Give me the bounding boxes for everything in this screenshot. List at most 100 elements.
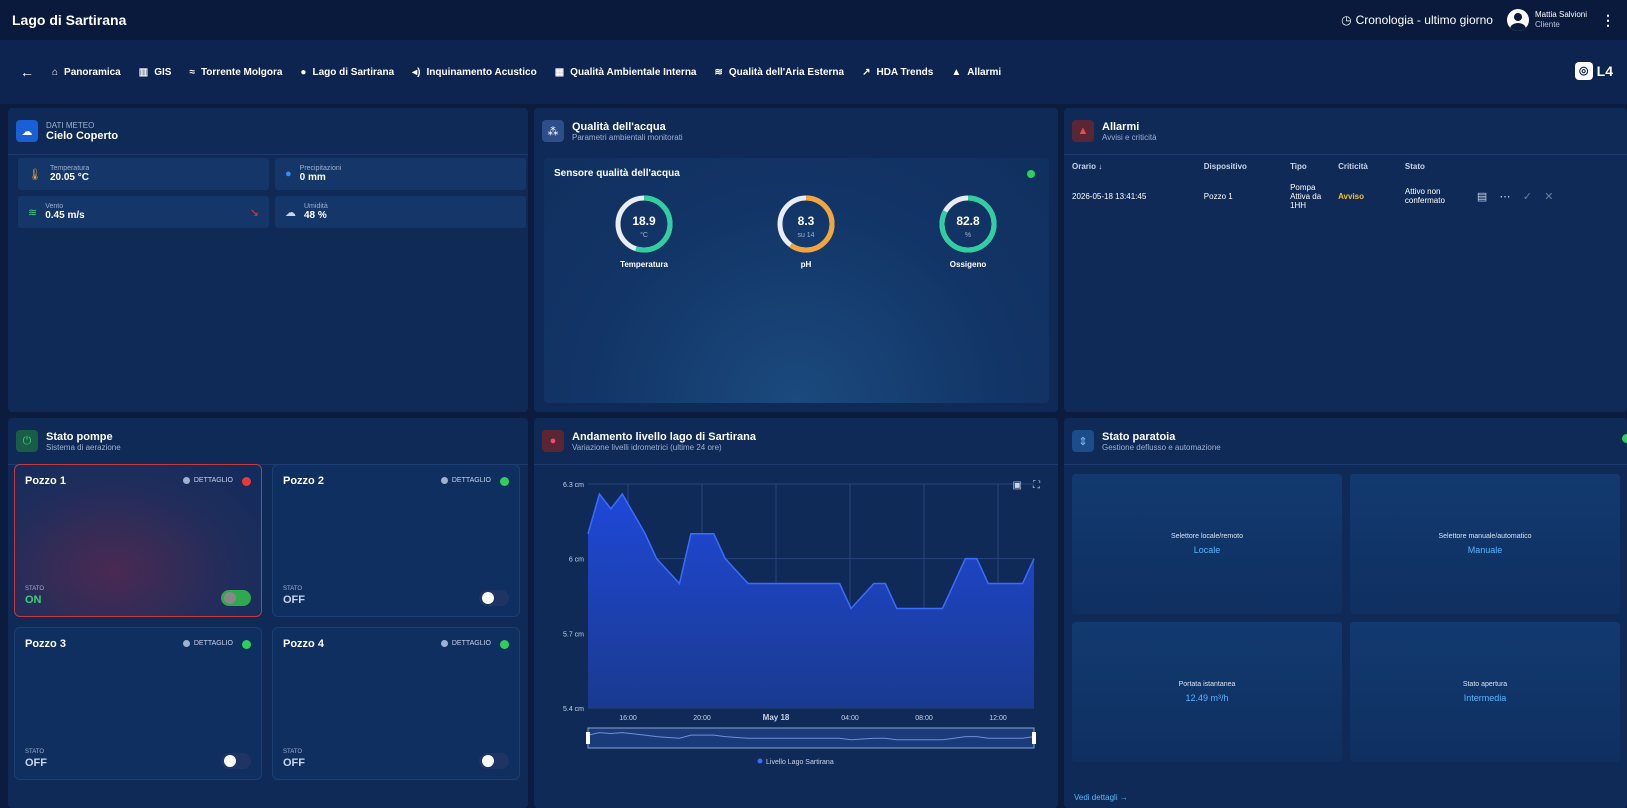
- nav-allarmi[interactable]: ▲ Allarmi: [951, 67, 1001, 78]
- pump-card-2[interactable]: Pozzo 2 DETTAGLIO STATO OFF: [272, 464, 520, 617]
- col-stato[interactable]: Stato: [1397, 156, 1469, 176]
- gate-flow: Portata istantanea 12.49 m³/h: [1072, 622, 1342, 762]
- app-title: Lago di Sartirana: [12, 12, 127, 28]
- molecule-icon: ⁂: [542, 120, 564, 142]
- more-vert-icon[interactable]: ⋮: [1601, 12, 1615, 29]
- detail-label: DETTAGLIO: [451, 640, 491, 647]
- detail-link[interactable]: DETTAGLIO: [182, 477, 233, 484]
- back-arrow-icon[interactable]: ←: [20, 64, 34, 80]
- col-orario[interactable]: Orario ↓: [1064, 156, 1196, 176]
- pump-card-1[interactable]: Pozzo 1 DETTAGLIO STATO ON: [14, 464, 262, 617]
- water-quality-panel: ⁂ Qualità dell'acqua Parametri ambientali…: [534, 108, 1058, 412]
- close-icon[interactable]: ✕: [1544, 191, 1553, 203]
- humidity-card: ☁ Umidità 48 %: [275, 196, 526, 228]
- x-tick-label: 04:00: [841, 715, 859, 722]
- sensor-card: Sensore qualità dell'acqua 18.9 °C Tempe…: [544, 158, 1049, 403]
- cell-label: Selettore manuale/automatico: [1438, 533, 1532, 540]
- pump-card-3[interactable]: Pozzo 3 DETTAGLIO STATO OFF: [14, 627, 262, 780]
- nav-label: Torrente Molgora: [200, 66, 283, 78]
- cloud-icon: ☁: [16, 120, 38, 142]
- check-icon[interactable]: ✓: [1523, 191, 1532, 203]
- history-selector[interactable]: ◷ Cronologia - ultimo giorno: [1341, 13, 1493, 27]
- gauge-ph-unit: su 14: [797, 232, 815, 239]
- cloud-small-icon: ☁: [285, 206, 296, 219]
- lake-level-panel: ● Andamento livello lago di Sartirana Var…: [534, 418, 1058, 808]
- legend-label: Livello Lago Sartirana: [766, 759, 834, 766]
- meteo-title: Cielo Coperto: [46, 129, 119, 142]
- gauge-ph: 8.3 su 14 pH: [766, 192, 846, 269]
- pump-toggle[interactable]: [221, 753, 251, 769]
- warning-icon: ▲: [1072, 120, 1094, 142]
- y-tick-label: 5.7 cm: [563, 631, 584, 638]
- nav-torrente[interactable]: ≈ Torrente Molgora: [189, 67, 282, 78]
- temp-label: Temperatura: [49, 165, 90, 172]
- history-label: Cronologia - ultimo giorno: [1355, 13, 1493, 27]
- nav-label: Qualità dell'Aria Esterna: [728, 66, 845, 78]
- user-menu[interactable]: Mattia Salvioni Cliente: [1506, 9, 1587, 31]
- detail-link[interactable]: DETTAGLIO: [440, 477, 491, 484]
- alarm-device: Pozzo 1: [1203, 191, 1233, 201]
- lake-level-chart[interactable]: 6.3 cm 6 cm 5.7 cm 5.4 cm 16:00 20:00 May 18 04…: [534, 466, 1058, 806]
- gauge-ph-value: 8.3: [797, 214, 815, 228]
- x-tick-label: 16:00: [619, 715, 637, 722]
- cell-value: 12.49 m³/h: [1185, 693, 1229, 703]
- pump-toggle[interactable]: [221, 590, 251, 606]
- sensor-title: Sensore qualità dell'acqua: [554, 168, 680, 179]
- detail-link[interactable]: DETTAGLIO: [182, 640, 233, 647]
- nav-hda[interactable]: ↗ HDA Trends: [862, 67, 933, 78]
- gate-status-dot: [1622, 434, 1627, 443]
- logo: ◎ L4: [1574, 62, 1613, 80]
- more-horiz-icon[interactable]: ⋯: [1500, 191, 1511, 203]
- state-label: STATO: [283, 586, 303, 592]
- cell-label: Stato apertura: [1462, 681, 1508, 688]
- save-icon[interactable]: ▣: [1013, 480, 1022, 491]
- top-bar: Lago di Sartirana ◷ Cronologia - ultimo g…: [0, 0, 1627, 40]
- meteo-header: ☁ DATI METEO Cielo Coperto: [8, 108, 528, 154]
- gauge-temperature-value: 18.9: [632, 214, 656, 228]
- nav-acustico[interactable]: ◂) Inquinamento Acustico: [412, 67, 537, 78]
- state-label: STATO: [283, 749, 303, 755]
- y-tick-label: 5.4 cm: [563, 706, 584, 713]
- state-value: OFF: [283, 594, 305, 606]
- waves-icon: ≈: [189, 66, 195, 78]
- alarms-title: Allarmi: [1102, 120, 1140, 133]
- see-details-link[interactable]: Vedi dettagli →: [1074, 793, 1128, 802]
- col-tipo[interactable]: Tipo: [1282, 156, 1330, 176]
- nav-lago[interactable]: ● Lago di Sartirana: [300, 67, 394, 78]
- clock-icon: ◷: [1341, 13, 1352, 27]
- wind-value: 0.45 m/s: [45, 210, 85, 221]
- pump-status-dot: [242, 640, 251, 649]
- gate-title: Stato paratoia: [1102, 430, 1176, 443]
- state-label: STATO: [25, 586, 45, 592]
- pump-toggle[interactable]: [479, 590, 509, 606]
- gate-panel: ⇕ Stato paratoia Gestione deflusso e auto…: [1064, 418, 1627, 808]
- air-icon: ≋: [714, 66, 723, 78]
- nav-panoramica[interactable]: ⌂ Panoramica: [52, 67, 121, 78]
- detail-link[interactable]: DETTAGLIO: [440, 640, 491, 647]
- meteo-panel: ☁ DATI METEO Cielo Coperto 🌡 Temperatura 20…: [8, 108, 528, 412]
- col-dispositivo[interactable]: Dispositivo: [1196, 156, 1282, 176]
- nav-gis[interactable]: ▥ GIS: [139, 67, 172, 78]
- navigator-handle-right: [1032, 732, 1036, 744]
- gate-header: ⇕ Stato paratoia Gestione deflusso e auto…: [1064, 418, 1627, 464]
- fullscreen-icon[interactable]: ⛶: [1033, 480, 1040, 491]
- nav-label: Allarmi: [967, 66, 1002, 78]
- detail-label: DETTAGLIO: [193, 640, 233, 647]
- nav-interna[interactable]: ▦ Qualità Ambientale Interna: [555, 67, 697, 78]
- col-criticita[interactable]: Criticità: [1330, 156, 1397, 176]
- cell-value: Intermedia: [1463, 693, 1507, 703]
- gate-manual-auto: Selettore manuale/automatico Manuale: [1350, 474, 1620, 614]
- table-header-row: Orario ↓ Dispositivo Tipo Criticità Stat…: [1064, 156, 1604, 176]
- pump-card-4[interactable]: Pozzo 4 DETTAGLIO STATO OFF: [272, 627, 520, 780]
- state-value: OFF: [283, 757, 305, 769]
- hum-label: Umidità: [304, 203, 328, 210]
- table-row[interactable]: 2026-05-18 13:41:45 Pozzo 1 Pompa Attiva…: [1064, 176, 1604, 216]
- user-name: Mattia Salvioni: [1534, 10, 1587, 19]
- nav-aria[interactable]: ≋ Qualità dell'Aria Esterna: [715, 67, 845, 78]
- pumps-panel: ⏻ Stato pompe Sistema di aerazione Pozzo …: [8, 418, 528, 808]
- comment-icon[interactable]: ▤: [1477, 191, 1487, 203]
- y-tick-label: 6 cm: [569, 557, 584, 564]
- pump-status-dot: [500, 640, 509, 649]
- pump-toggle[interactable]: [479, 753, 509, 769]
- state-label: STATO: [25, 749, 45, 755]
